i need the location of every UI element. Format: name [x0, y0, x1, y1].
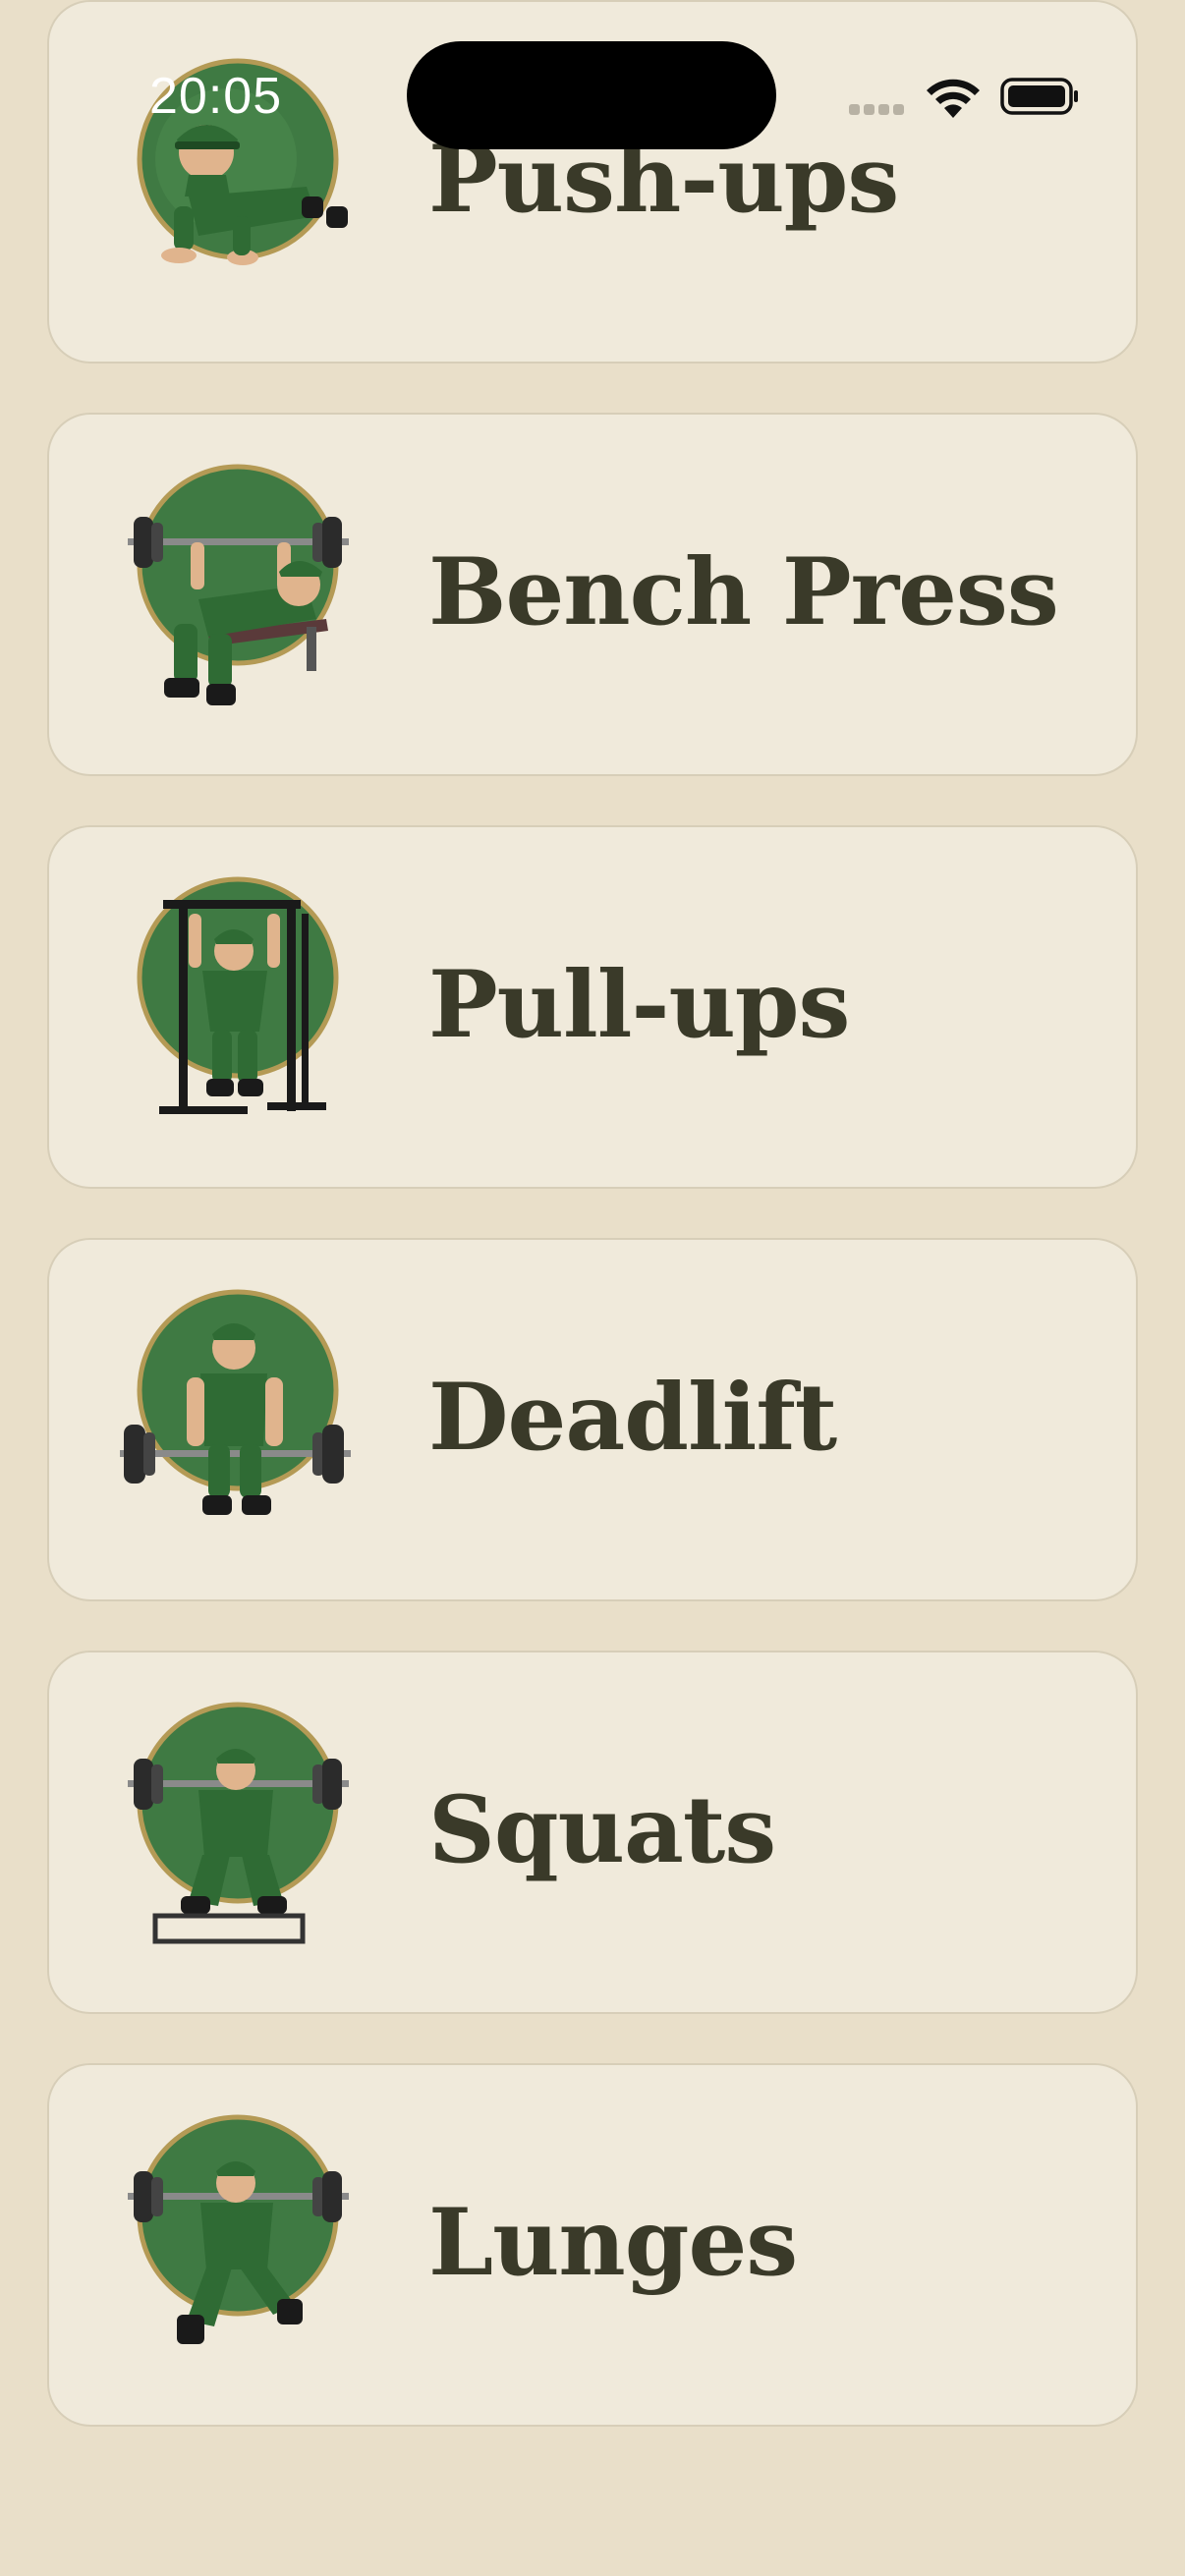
battery-icon — [1000, 78, 1078, 115]
cellular-signal-icon — [849, 104, 908, 116]
exercise-label: Deadlift — [428, 1363, 837, 1472]
exercise-label: Pull-ups — [428, 950, 850, 1059]
status-bar: 20:05 — [0, 0, 1185, 149]
wifi-icon — [927, 79, 980, 118]
exercise-label: Lunges — [428, 2188, 798, 2297]
exercise-label: Bench Press — [428, 537, 1059, 646]
deadlift-soldier-icon — [120, 1287, 385, 1552]
status-time: 20:05 — [149, 68, 283, 125]
exercise-label: Squats — [428, 1775, 776, 1884]
exercise-card-bench-press[interactable]: Bench Press — [47, 413, 1138, 776]
exercise-card-lunges[interactable]: Lunges — [47, 2063, 1138, 2427]
exercise-card-pull-ups[interactable]: Pull-ups — [47, 825, 1138, 1189]
lunge-soldier-icon — [120, 2112, 385, 2378]
bench-press-soldier-icon — [120, 462, 385, 727]
squat-soldier-icon — [120, 1700, 385, 1965]
dynamic-island — [407, 41, 776, 149]
exercise-card-squats[interactable]: Squats — [47, 1651, 1138, 2014]
pullup-soldier-icon — [120, 874, 385, 1140]
exercise-card-deadlift[interactable]: Deadlift — [47, 1238, 1138, 1601]
